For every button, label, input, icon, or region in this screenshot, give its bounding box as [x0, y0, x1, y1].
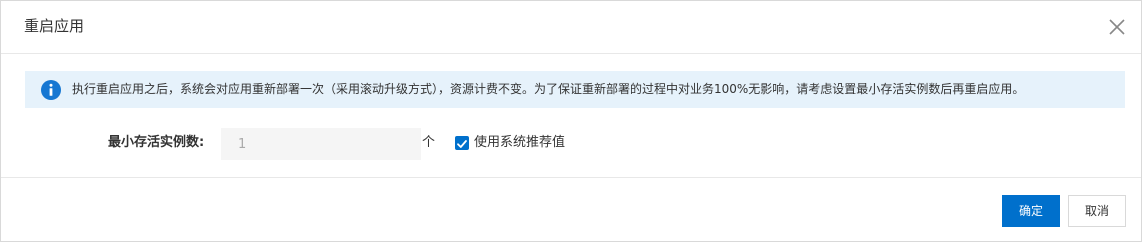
notice-text: 执行重启应用之后，系统会对应用重新部署一次（采用滚动升级方式），资源计费不变。为… [72, 82, 1025, 96]
unit-label: 个 [422, 135, 436, 150]
use-recommended-checkbox[interactable] [455, 136, 469, 150]
confirm-button[interactable]: 确定 [1002, 195, 1060, 227]
checkmark-icon [457, 140, 467, 148]
restart-app-dialog: 重启应用 执行重启应用之后，系统会对应用重新部署一次（采用滚动升级方式），资源计… [0, 0, 1142, 242]
dialog-header: 重启应用 [1, 1, 1141, 54]
min-instances-input[interactable] [221, 128, 421, 160]
footer-divider [1, 177, 1141, 178]
info-notice: 执行重启应用之后，系统会对应用重新部署一次（采用滚动升级方式），资源计费不变。为… [25, 71, 1125, 108]
use-recommended-label[interactable]: 使用系统推荐值 [474, 134, 565, 152]
dialog-title: 重启应用 [24, 17, 85, 35]
cancel-button[interactable]: 取消 [1068, 195, 1126, 227]
close-icon[interactable] [1106, 16, 1128, 38]
info-icon [41, 80, 61, 100]
min-instances-label: 最小存活实例数: [108, 135, 205, 150]
